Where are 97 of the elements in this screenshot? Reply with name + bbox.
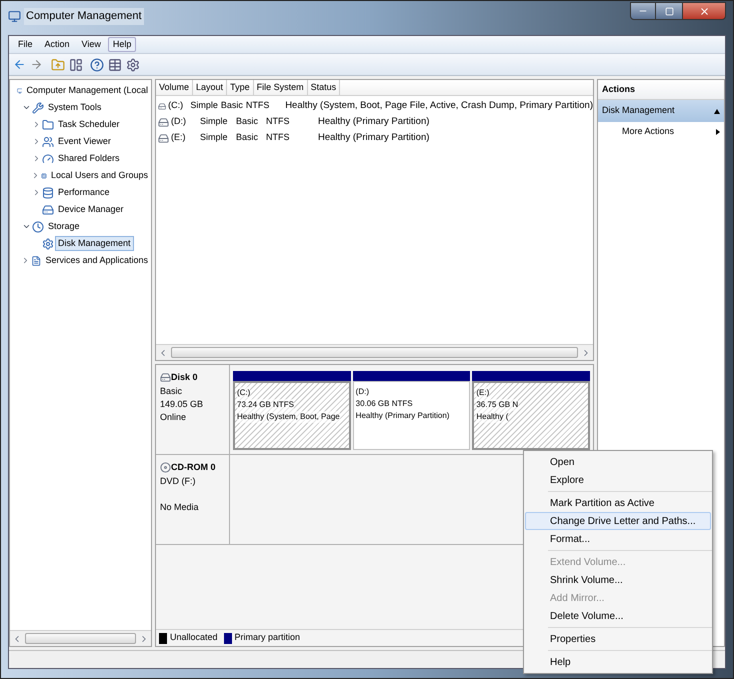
- table-cell-text: Healthy (System, Boot, Page File, Active, Crash Dump, Primary Partition): [284, 98, 593, 113]
- document-icon: [31, 254, 42, 266]
- context-menu-item[interactable]: Format...: [525, 530, 711, 548]
- maximize-button[interactable]: [656, 2, 682, 20]
- partition-label: (D:): [356, 386, 369, 398]
- menu-item[interactable]: File: [13, 37, 38, 52]
- drive-icon: [158, 100, 166, 112]
- table-cell-text: Simple: [199, 131, 229, 144]
- tree-item[interactable]: Local Users and Groups: [48, 168, 151, 184]
- context-menu-item[interactable]: Explore: [525, 471, 711, 489]
- submenu-arrow-icon: [716, 129, 720, 135]
- tree-item[interactable]: Services and Applications: [42, 252, 151, 268]
- partition-size: 36.75 GB N: [476, 399, 518, 411]
- menu-item[interactable]: View: [76, 37, 106, 52]
- partition-block[interactable]: (E:) 36.75 GB N Healthy (: [472, 381, 590, 450]
- table-cell-text: Healthy (Primary Partition): [317, 130, 430, 145]
- context-menu-item[interactable]: Properties: [525, 630, 711, 648]
- table-cell-text: NTFS: [265, 115, 290, 128]
- partition-label: (E:): [476, 387, 490, 399]
- partition-status: Healthy (System, Boot, Page: [237, 411, 340, 423]
- tree-item[interactable]: Shared Folders: [55, 150, 123, 166]
- folder-icon: [42, 118, 54, 130]
- column-header[interactable]: Type: [227, 80, 254, 95]
- table-cell-text: Basic: [235, 131, 260, 144]
- table-icon[interactable]: [108, 58, 122, 72]
- gear-icon[interactable]: [126, 58, 140, 72]
- close-icon: [698, 6, 710, 16]
- table-cell-text: Simple: [199, 115, 229, 128]
- menu-item[interactable]: Action: [40, 37, 75, 52]
- tree-item[interactable]: Disk Management: [55, 236, 134, 252]
- context-menu-item[interactable]: Delete Volume...: [525, 607, 711, 625]
- column-header[interactable]: Layout: [193, 80, 228, 95]
- tree-item[interactable]: Computer Management (Local: [23, 82, 151, 98]
- context-menu-item[interactable]: Change Drive Letter and Paths...: [525, 512, 711, 530]
- tree-item[interactable]: Event Viewer: [55, 134, 114, 150]
- tree-item[interactable]: Device Manager: [55, 202, 127, 218]
- horizontal-scrollbar[interactable]: [10, 630, 151, 646]
- context-menu-item[interactable]: Mark Partition as Active: [525, 494, 711, 512]
- tree-item[interactable]: Storage: [45, 218, 83, 234]
- table-cell-text: Basic: [220, 99, 243, 112]
- table-cell-text: Basic: [235, 115, 260, 128]
- drive-icon: [158, 116, 169, 128]
- partition-status: Healthy (: [476, 411, 508, 423]
- horizontal-scrollbar[interactable]: [156, 344, 593, 360]
- wrench-icon: [32, 102, 44, 114]
- back-arrow-icon[interactable]: [13, 58, 26, 71]
- users-icon: [42, 136, 54, 148]
- partition-size: 73.24 GB NTFS: [237, 399, 294, 411]
- disc-icon: [160, 462, 171, 474]
- forward-arrow-icon[interactable]: [30, 58, 43, 71]
- minimize-button[interactable]: [630, 2, 656, 20]
- disk-info: 149.05 GB: [160, 398, 204, 410]
- gauge-icon: [42, 152, 54, 164]
- gear-icon: [42, 238, 54, 250]
- partition-status: Healthy (Primary Partition): [356, 410, 450, 422]
- table-cell-text: (E:): [171, 131, 186, 144]
- hard-drive-icon: [42, 204, 54, 216]
- table-cell-text: (C:): [168, 99, 184, 112]
- tree-item[interactable]: System Tools: [45, 100, 104, 116]
- menu-item[interactable]: Help: [108, 37, 136, 52]
- table-cell-text: Healthy (Primary Partition): [317, 114, 430, 129]
- partition-block[interactable]: (D:) 30.06 GB NTFS Healthy (Primary Partition): [352, 381, 470, 450]
- database-icon: [42, 186, 54, 198]
- action-item[interactable]: More Actions: [598, 122, 724, 142]
- legend-label: Unallocated: [170, 631, 218, 644]
- clock-icon: [32, 220, 44, 232]
- help-icon[interactable]: [90, 58, 104, 72]
- disk-status: Online: [160, 410, 188, 424]
- tree-item[interactable]: Task Scheduler: [55, 116, 123, 132]
- maximize-icon: [664, 6, 674, 16]
- column-header[interactable]: Status: [308, 80, 340, 95]
- drive-icon: [160, 372, 171, 384]
- disk-name: CD-ROM 0: [171, 461, 216, 474]
- table-cell-text: (D:): [171, 115, 187, 128]
- window-title: Computer Management: [24, 8, 144, 24]
- context-menu-item[interactable]: Help: [525, 653, 711, 671]
- disk-info: Basic: [160, 384, 184, 398]
- disk-status: No Media: [160, 500, 200, 514]
- actions-section-header[interactable]: Disk Management: [598, 100, 724, 122]
- table-cell-text: NTFS: [244, 99, 270, 112]
- legend-label: Primary partition: [234, 631, 300, 644]
- disk-name: Disk 0: [171, 371, 198, 384]
- panel-icon[interactable]: [69, 58, 83, 72]
- table-cell-text: NTFS: [265, 131, 290, 144]
- table-cell-text: Simple: [189, 99, 218, 112]
- tree-item[interactable]: Performance: [55, 184, 113, 200]
- drive-icon: [158, 132, 169, 144]
- collapse-arrow-icon: [714, 108, 720, 114]
- close-button[interactable]: [682, 2, 726, 20]
- partition-block[interactable]: (C:) 73.24 GB NTFS Healthy (System, Boot, Page: [233, 381, 351, 450]
- app-icon: [8, 10, 21, 23]
- column-header[interactable]: File System: [254, 80, 308, 95]
- partition-label: (C:): [237, 387, 250, 399]
- context-menu-item[interactable]: Shrink Volume...: [525, 571, 711, 589]
- context-menu-item[interactable]: Open: [525, 453, 711, 471]
- disk-info: DVD (F:): [160, 474, 196, 488]
- column-header[interactable]: Volume: [156, 80, 194, 95]
